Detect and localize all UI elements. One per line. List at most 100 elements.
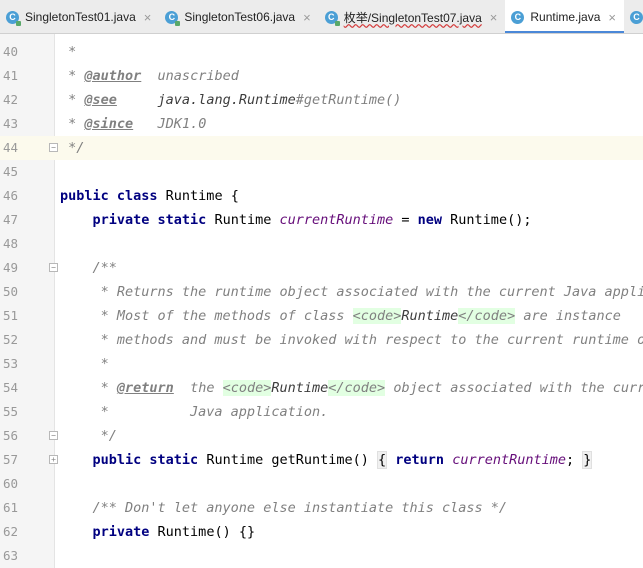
line-number: 44 bbox=[2, 140, 18, 155]
code-line[interactable]: 56 − */ bbox=[0, 424, 643, 448]
code-line[interactable]: 57 + public static Runtime getRuntime() {… bbox=[0, 448, 643, 472]
line-number: 41 bbox=[2, 68, 18, 83]
code-text: * Java application. bbox=[60, 400, 329, 424]
code-token: /** Don't let anyone else instantiate th… bbox=[60, 500, 508, 516]
code-token: Runtime() {} bbox=[157, 524, 256, 540]
line-number: 53 bbox=[2, 356, 18, 371]
code-line[interactable]: 51 * Most of the methods of class <code>… bbox=[0, 304, 643, 328]
code-token: public static bbox=[92, 452, 207, 468]
code-token: @return bbox=[116, 380, 174, 396]
code-token: unascribed bbox=[141, 68, 239, 84]
tab-singletontest01-java[interactable]: C SingletonTest01.java × bbox=[0, 0, 159, 33]
line-number: 51 bbox=[2, 308, 18, 323]
code-line[interactable]: 50 * Returns the runtime object associat… bbox=[0, 280, 643, 304]
code-token: * methods and must be invoked with respe… bbox=[60, 332, 643, 348]
code-token: are instance bbox=[515, 308, 621, 324]
code-token: * bbox=[60, 44, 77, 60]
line-number: 54 bbox=[2, 380, 18, 395]
code-line[interactable]: 41 * @author unascribed bbox=[0, 64, 643, 88]
close-tab-icon[interactable]: × bbox=[490, 10, 498, 25]
code-token: /** bbox=[60, 260, 117, 276]
code-token: @author bbox=[84, 68, 142, 84]
code-text: /** bbox=[60, 256, 117, 280]
java-class-icon: C bbox=[511, 10, 525, 24]
tab-label: 枚举/SingletonTest07.java bbox=[343, 10, 482, 25]
tab-runtime-java[interactable]: C Runtime.java × bbox=[505, 0, 624, 33]
close-tab-icon[interactable]: × bbox=[303, 10, 311, 25]
code-line[interactable]: 48 bbox=[0, 232, 643, 256]
line-number: 47 bbox=[2, 212, 18, 227]
tab-singletontest06-java[interactable]: C SingletonTest06.java × bbox=[159, 0, 318, 33]
fold-collapse-icon[interactable]: − bbox=[49, 431, 58, 440]
code-text: * @see java.lang.Runtime#getRuntime() bbox=[60, 88, 401, 112]
editor-tab-bar: C SingletonTest01.java × C SingletonTest06.j… bbox=[0, 0, 643, 34]
line-number: 63 bbox=[2, 548, 18, 563]
line-number: 56 bbox=[2, 428, 18, 443]
line-number: 46 bbox=[2, 188, 18, 203]
code-line[interactable]: 40 * bbox=[0, 40, 643, 64]
code-text: * @since JDK1.0 bbox=[60, 112, 206, 136]
code-token: currentRuntime bbox=[452, 452, 566, 468]
code-line[interactable]: 49 − /** bbox=[0, 256, 643, 280]
line-number: 49 bbox=[2, 260, 18, 275]
code-line[interactable]: 63 bbox=[0, 544, 643, 568]
code-token: object associated with the curre bbox=[385, 380, 643, 396]
java-class-runnable-icon: C bbox=[165, 10, 181, 26]
code-editor[interactable]: 40 * 41 * @author unascribed 42 * @see jav… bbox=[0, 34, 643, 568]
code-token: private bbox=[92, 524, 158, 540]
code-token: <code> bbox=[222, 380, 272, 396]
fold-collapse-icon[interactable]: − bbox=[49, 263, 58, 272]
code-line[interactable]: 47 private static Runtime currentRuntime… bbox=[0, 208, 643, 232]
line-number: 48 bbox=[2, 236, 18, 251]
code-line[interactable]: 52 * methods and must be invoked with re… bbox=[0, 328, 643, 352]
tab-ty[interactable]: Cty bbox=[624, 0, 643, 33]
close-tab-icon[interactable]: × bbox=[608, 10, 616, 25]
java-class-runnable-icon: C bbox=[6, 10, 21, 26]
code-text: * bbox=[60, 40, 76, 64]
code-token: * bbox=[60, 68, 85, 84]
code-token: = bbox=[393, 212, 418, 228]
code-token: JDK1.0 bbox=[133, 116, 207, 132]
code-line[interactable]: 43 * @since JDK1.0 bbox=[0, 112, 643, 136]
close-tab-icon[interactable]: × bbox=[144, 10, 152, 25]
fold-expand-icon[interactable]: + bbox=[49, 455, 58, 464]
line-number: 50 bbox=[2, 284, 18, 299]
code-token: } bbox=[582, 451, 593, 469]
code-token: </code> bbox=[458, 308, 516, 324]
code-token: return bbox=[395, 452, 453, 468]
line-number: 61 bbox=[2, 500, 18, 515]
code-text: * @author unascribed bbox=[60, 64, 239, 88]
code-token: Runtime { bbox=[165, 188, 239, 204]
line-number: 42 bbox=[2, 92, 18, 107]
code-token: @since bbox=[84, 116, 134, 132]
fold-collapse-icon[interactable]: − bbox=[49, 143, 58, 152]
code-text: * Returns the runtime object associated … bbox=[60, 280, 643, 304]
code-text: */ bbox=[60, 136, 84, 160]
code-line[interactable]: 55 * Java application. bbox=[0, 400, 643, 424]
code-text: private Runtime() {} bbox=[60, 520, 256, 544]
tab-label: Runtime.java bbox=[530, 10, 601, 24]
code-line[interactable]: 62 private Runtime() {} bbox=[0, 520, 643, 544]
code-token: private static bbox=[92, 212, 215, 228]
code-token: * bbox=[60, 92, 85, 108]
tab-singletontest07-java[interactable]: C 枚举/SingletonTest07.java × bbox=[319, 0, 506, 33]
line-number: 60 bbox=[2, 476, 18, 491]
code-token: Runtime bbox=[206, 452, 272, 468]
code-line[interactable]: 60 bbox=[0, 472, 643, 496]
code-line[interactable]: 54 * @return the <code>Runtime</code> ob… bbox=[0, 376, 643, 400]
code-line[interactable]: 42 * @see java.lang.Runtime#getRuntime() bbox=[0, 88, 643, 112]
code-line[interactable]: 61 /** Don't let anyone else instantiate… bbox=[0, 496, 643, 520]
code-token: java.lang.Runtime bbox=[157, 92, 296, 108]
code-line[interactable]: 46 public class Runtime { bbox=[0, 184, 643, 208]
code-text: * methods and must be invoked with respe… bbox=[60, 328, 643, 352]
code-line[interactable]: 53 * bbox=[0, 352, 643, 376]
line-number: 57 bbox=[2, 452, 18, 467]
code-line[interactable]: 44 − */ bbox=[0, 136, 643, 160]
code-token: ; bbox=[566, 452, 583, 468]
code-line[interactable]: 45 bbox=[0, 160, 643, 184]
code-text: public static Runtime getRuntime() { ret… bbox=[60, 448, 593, 472]
code-token: Runtime(); bbox=[450, 212, 532, 228]
